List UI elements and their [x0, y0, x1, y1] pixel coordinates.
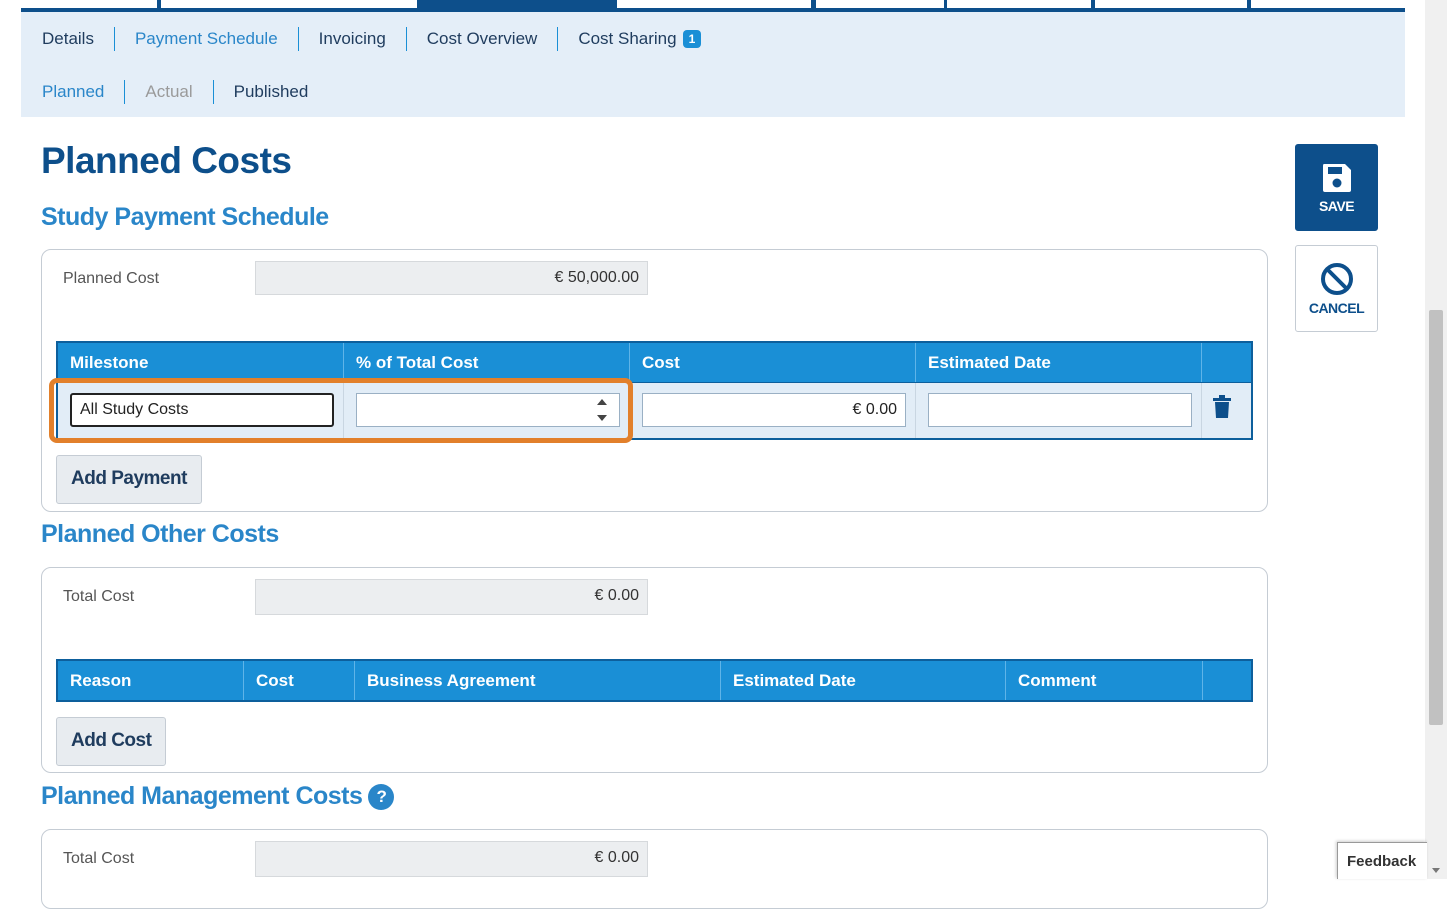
total-cost-label: Total Cost	[63, 850, 135, 867]
spinner-up-icon[interactable]	[597, 399, 607, 405]
planned-management-costs-heading: Planned Management Costs ?	[41, 782, 395, 811]
column-header-percent[interactable]: % of Total Cost	[344, 343, 630, 382]
subtab-label: Published	[233, 82, 309, 101]
subtab-label: Actual	[145, 82, 193, 101]
section-tabs: Details Payment Schedule Invoicing Cost …	[42, 25, 721, 53]
tab-details[interactable]: Details	[42, 27, 114, 51]
prohibited-icon	[1320, 262, 1353, 295]
tab-label: Invoicing	[318, 29, 386, 48]
tab-label: Cost Overview	[426, 29, 538, 48]
estimated-date-cell	[916, 383, 1202, 438]
column-header-milestone[interactable]: Milestone	[58, 343, 344, 382]
column-header-reason[interactable]: Reason	[58, 661, 244, 700]
tab-cost-overview[interactable]: Cost Overview	[405, 27, 558, 51]
spinner-down-icon[interactable]	[597, 415, 607, 421]
table-row	[56, 383, 1253, 440]
milestone-cell	[58, 383, 344, 438]
top-tab-segment	[816, 0, 944, 8]
number-spinner-icon[interactable]	[596, 399, 608, 421]
column-header-estimated-date[interactable]: Estimated Date	[721, 661, 1006, 700]
other-costs-grid-header: Reason Cost Business Agreement Estimated…	[56, 659, 1253, 702]
top-tab-segment	[21, 0, 157, 8]
estimated-date-input[interactable]	[928, 393, 1192, 427]
trash-icon[interactable]	[1212, 395, 1232, 419]
subtab-planned[interactable]: Planned	[42, 80, 124, 104]
save-label: SAVE	[1318, 197, 1355, 214]
vertical-scrollbar[interactable]	[1425, 0, 1447, 879]
section-title-text: Planned Other Costs	[41, 520, 279, 548]
tab-payment-schedule[interactable]: Payment Schedule	[113, 27, 298, 51]
save-button[interactable]: SAVE	[1295, 144, 1378, 231]
page-title: Planned Costs	[41, 140, 292, 181]
top-tab-strip	[21, 0, 1405, 12]
cost-input[interactable]	[642, 393, 906, 427]
total-cost-label: Total Cost	[63, 588, 135, 605]
top-tab-segment	[1095, 0, 1247, 8]
column-header-business-agreement[interactable]: Business Agreement	[355, 661, 721, 700]
subtab-published[interactable]: Published	[212, 80, 329, 104]
percent-cell	[344, 383, 630, 438]
study-payment-schedule-panel: Planned Cost € 50,000.00 Milestone % of …	[41, 249, 1268, 512]
milestone-input[interactable]	[70, 393, 334, 427]
sub-navigation: Details Payment Schedule Invoicing Cost …	[21, 12, 1405, 117]
study-payment-schedule-heading: Study Payment Schedule	[41, 203, 329, 232]
cost-subtabs: Planned Actual Published	[42, 78, 328, 106]
column-header-cost[interactable]: Cost	[244, 661, 355, 700]
planned-other-costs-heading: Planned Other Costs	[41, 520, 279, 549]
planned-other-costs-panel: Total Cost € 0.00 Reason Cost Business A…	[41, 567, 1268, 773]
add-payment-button[interactable]: Add Payment	[56, 455, 202, 504]
tab-label: Details	[42, 29, 94, 48]
tab-invoicing[interactable]: Invoicing	[297, 27, 406, 51]
top-tab-segment	[161, 0, 417, 8]
cancel-label: CANCEL	[1308, 299, 1365, 316]
add-cost-button[interactable]: Add Cost	[56, 717, 167, 766]
column-header-estimated-date[interactable]: Estimated Date	[916, 343, 1202, 382]
section-title-text: Planned Management Costs	[41, 782, 363, 810]
subtab-label: Planned	[42, 82, 105, 101]
planned-cost-value: € 50,000.00	[255, 261, 648, 295]
payment-grid-header: Milestone % of Total Cost Cost Estimated…	[56, 341, 1253, 384]
scrollbar-thumb[interactable]	[1429, 310, 1443, 725]
column-header-cost[interactable]: Cost	[630, 343, 916, 382]
tab-cost-sharing[interactable]: Cost Sharing 1	[557, 27, 721, 51]
count-badge: 1	[682, 30, 702, 48]
scroll-down-arrow-icon[interactable]	[1432, 868, 1440, 873]
subtab-actual[interactable]: Actual	[124, 80, 212, 104]
total-cost-value: € 0.00	[255, 579, 648, 615]
cost-cell	[630, 383, 916, 438]
delete-cell	[1202, 383, 1251, 438]
section-title-text: Study Payment Schedule	[41, 203, 329, 231]
top-tab-segment	[947, 0, 1091, 8]
help-icon[interactable]: ?	[368, 783, 395, 810]
top-tab-segment	[617, 0, 811, 8]
top-tab-segment	[1251, 0, 1405, 8]
percent-of-total-input[interactable]	[356, 393, 620, 427]
planned-cost-label: Planned Cost	[63, 270, 160, 287]
planned-management-costs-panel: Total Cost € 0.00	[41, 829, 1268, 909]
tab-label: Payment Schedule	[134, 29, 278, 48]
tab-label: Cost Sharing	[578, 29, 677, 48]
column-header-actions	[1202, 343, 1251, 382]
column-header-actions	[1203, 661, 1251, 700]
cancel-button[interactable]: CANCEL	[1295, 245, 1378, 332]
column-header-comment[interactable]: Comment	[1006, 661, 1203, 700]
total-cost-value: € 0.00	[255, 841, 648, 877]
feedback-button[interactable]: Feedback	[1337, 842, 1427, 879]
floppy-disk-icon	[1322, 163, 1351, 192]
